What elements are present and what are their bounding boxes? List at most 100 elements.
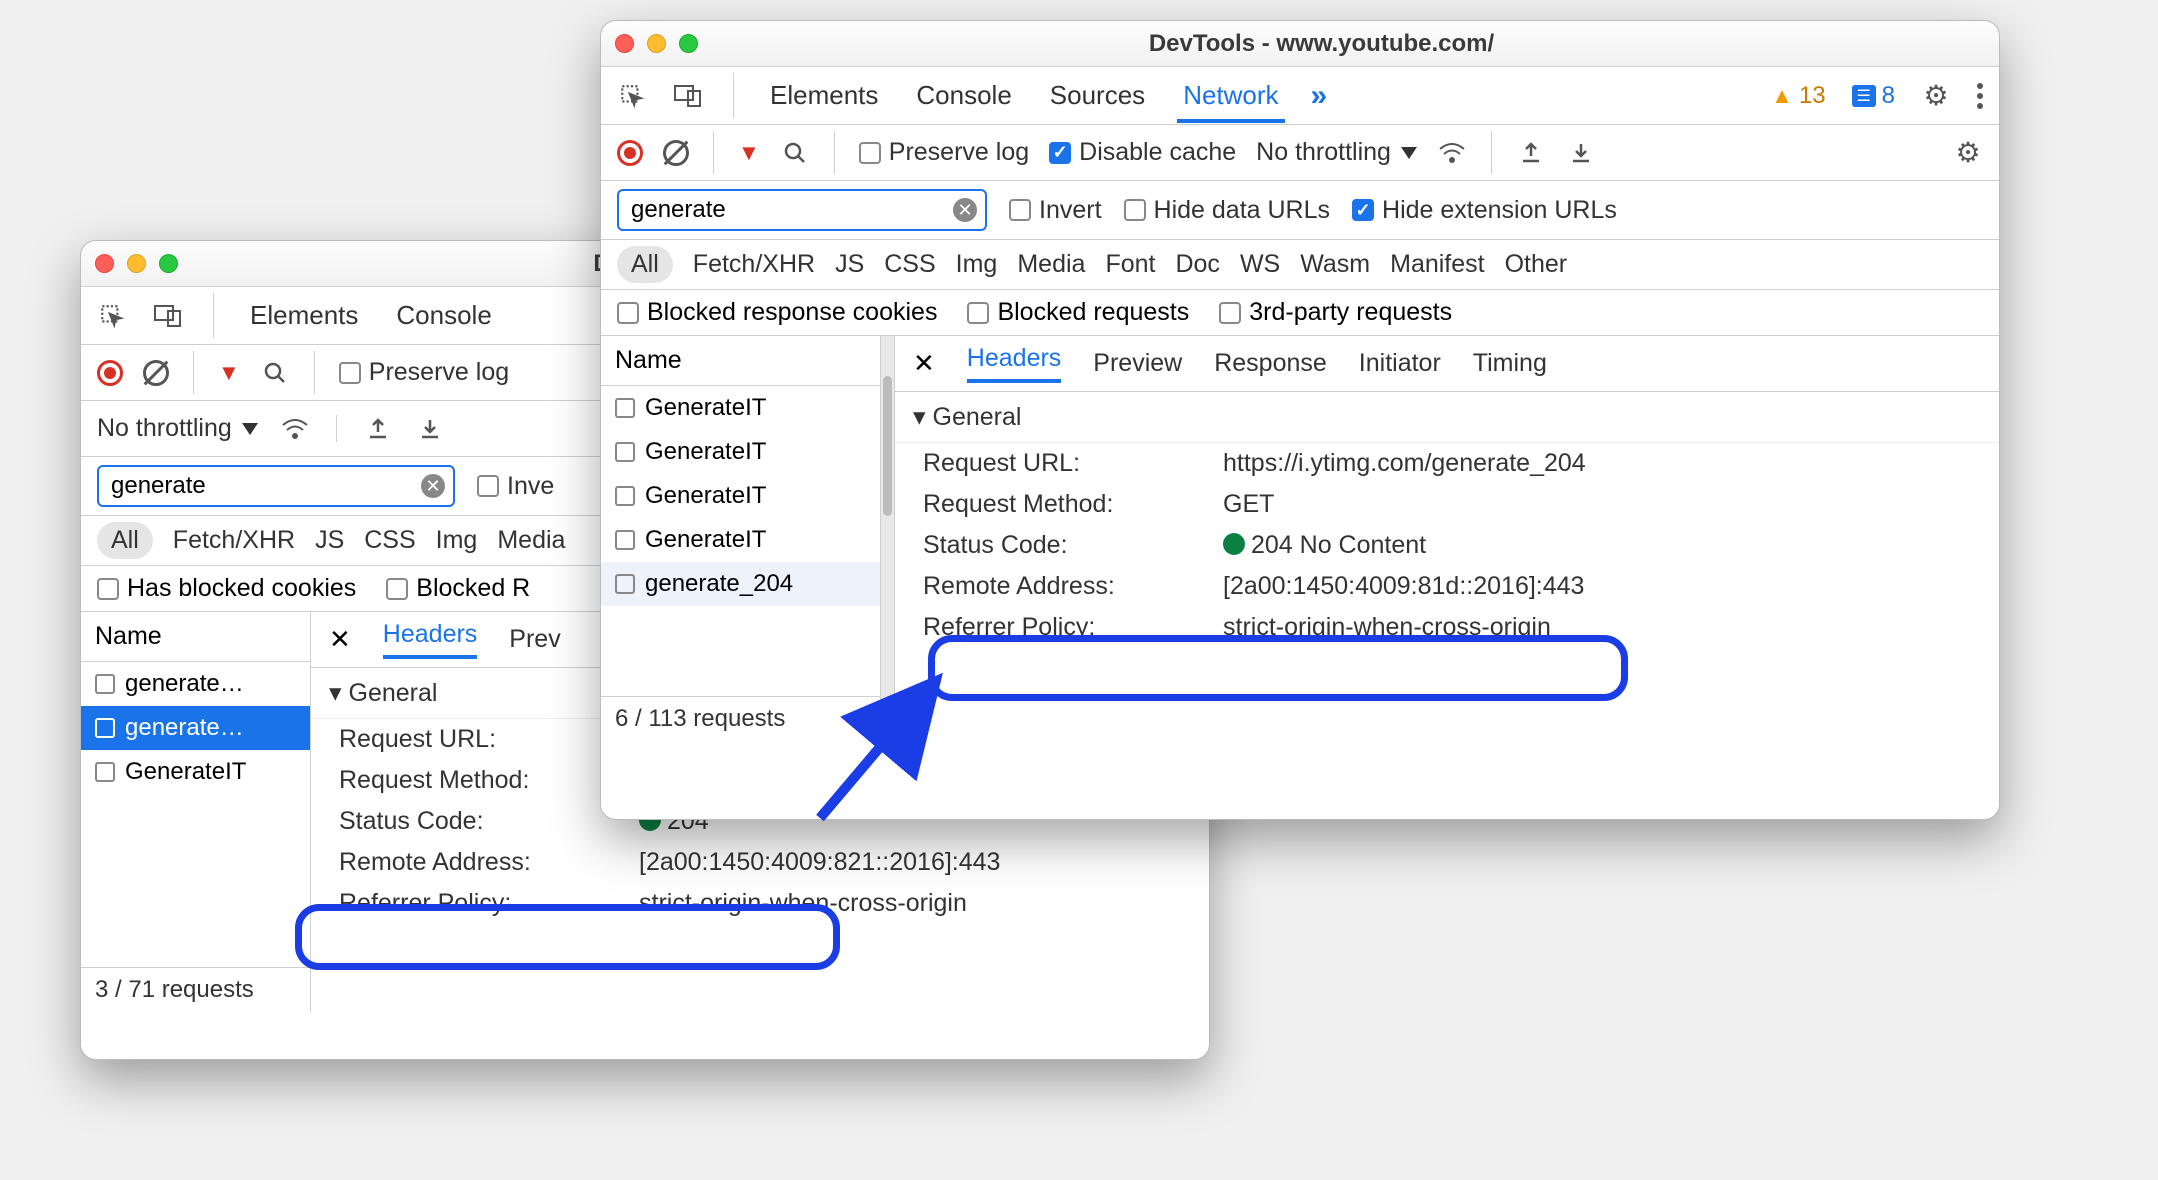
warnings-badge[interactable]: ▲13: [1771, 82, 1825, 110]
upload-icon[interactable]: [363, 414, 393, 444]
request-row[interactable]: GenerateIT: [601, 430, 880, 474]
filter-icon[interactable]: ▼: [738, 140, 760, 166]
disable-cache-checkbox[interactable]: ✓Disable cache: [1049, 138, 1236, 167]
name-header[interactable]: Name: [601, 336, 880, 386]
tab-preview[interactable]: Prev: [509, 625, 560, 654]
blocked-req-checkbox[interactable]: Blocked R: [386, 574, 530, 603]
request-row[interactable]: generate…: [81, 706, 310, 750]
upload-icon[interactable]: [1516, 138, 1546, 168]
download-icon[interactable]: [415, 414, 445, 444]
third-party-checkbox[interactable]: 3rd-party requests: [1219, 298, 1452, 327]
type-css[interactable]: CSS: [884, 250, 935, 279]
type-fetchxhr[interactable]: Fetch/XHR: [693, 250, 815, 279]
network-settings-icon[interactable]: [1953, 138, 1983, 168]
preserve-log-checkbox[interactable]: Preserve log: [859, 138, 1029, 167]
hide-extension-urls-checkbox[interactable]: ✓Hide extension URLs: [1352, 196, 1617, 225]
type-other[interactable]: Other: [1505, 250, 1568, 279]
close-detail-icon[interactable]: ✕: [913, 348, 935, 379]
tab-headers[interactable]: Headers: [967, 344, 1062, 383]
menu-icon[interactable]: [1977, 83, 1983, 109]
request-row[interactable]: GenerateIT: [601, 518, 880, 562]
kv-request-method: Request Method:GET: [895, 484, 1999, 525]
request-row[interactable]: GenerateIT: [601, 474, 880, 518]
tab-elements[interactable]: Elements: [764, 68, 884, 123]
throttling-select[interactable]: No throttling: [1256, 138, 1417, 167]
filter-input[interactable]: ✕: [97, 465, 455, 507]
doc-icon: [615, 574, 635, 594]
request-row[interactable]: generate…: [81, 662, 310, 706]
fullscreen-icon[interactable]: [159, 254, 178, 273]
close-detail-icon[interactable]: ✕: [329, 624, 351, 655]
settings-icon[interactable]: [1921, 81, 1951, 111]
clear-icon[interactable]: [143, 360, 169, 386]
wifi-icon[interactable]: [280, 414, 310, 444]
hide-data-urls-checkbox[interactable]: Hide data URLs: [1124, 196, 1330, 225]
filter-icon[interactable]: ▼: [218, 360, 240, 386]
blocked-cookies-checkbox[interactable]: Blocked response cookies: [617, 298, 937, 327]
tab-console[interactable]: Console: [910, 68, 1017, 123]
tab-response[interactable]: Response: [1214, 349, 1327, 378]
inspect-icon[interactable]: [97, 301, 127, 331]
search-icon[interactable]: [780, 138, 810, 168]
throttling-select[interactable]: No throttling: [97, 414, 258, 443]
invert-checkbox[interactable]: Inve: [477, 472, 554, 501]
tab-sources[interactable]: Sources: [1044, 68, 1151, 123]
clear-icon[interactable]: [663, 140, 689, 166]
preserve-log-checkbox[interactable]: Preserve log: [339, 358, 509, 387]
tab-network[interactable]: Network: [1177, 68, 1284, 123]
tab-headers[interactable]: Headers: [383, 620, 478, 659]
traffic-lights: [615, 34, 698, 53]
record-icon[interactable]: [617, 140, 643, 166]
clear-filter-icon[interactable]: ✕: [421, 474, 445, 498]
minimize-icon[interactable]: [647, 34, 666, 53]
blocked-requests-checkbox[interactable]: Blocked requests: [967, 298, 1189, 327]
download-icon[interactable]: [1566, 138, 1596, 168]
filter-input[interactable]: ✕: [617, 189, 987, 231]
tab-elements[interactable]: Elements: [244, 288, 364, 343]
type-ws[interactable]: WS: [1240, 250, 1280, 279]
messages-badge[interactable]: ☰8: [1852, 82, 1895, 110]
type-js[interactable]: JS: [315, 526, 344, 555]
close-icon[interactable]: [95, 254, 114, 273]
type-doc[interactable]: Doc: [1175, 250, 1219, 279]
type-media[interactable]: Media: [497, 526, 565, 555]
type-fetchxhr[interactable]: Fetch/XHR: [173, 526, 295, 555]
scrollbar[interactable]: [883, 376, 892, 516]
type-wasm[interactable]: Wasm: [1300, 250, 1370, 279]
invert-checkbox[interactable]: Invert: [1009, 196, 1102, 225]
type-manifest[interactable]: Manifest: [1390, 250, 1484, 279]
fullscreen-icon[interactable]: [679, 34, 698, 53]
record-icon[interactable]: [97, 360, 123, 386]
request-row[interactable]: generate_204: [601, 562, 880, 606]
type-css[interactable]: CSS: [364, 526, 415, 555]
search-icon[interactable]: [260, 358, 290, 388]
has-blocked-cookies-checkbox[interactable]: Has blocked cookies: [97, 574, 356, 603]
doc-icon: [615, 530, 635, 550]
device-toggle-icon[interactable]: [153, 301, 183, 331]
request-row[interactable]: GenerateIT: [601, 386, 880, 430]
type-js[interactable]: JS: [835, 250, 864, 279]
clear-filter-icon[interactable]: ✕: [953, 198, 977, 222]
close-icon[interactable]: [615, 34, 634, 53]
general-section[interactable]: ▾ General: [895, 392, 1999, 443]
inspect-icon[interactable]: [617, 81, 647, 111]
request-row[interactable]: GenerateIT: [81, 750, 310, 794]
devtools-window-front: DevTools - www.youtube.com/ Elements Con…: [600, 20, 2000, 820]
type-font[interactable]: Font: [1105, 250, 1155, 279]
tab-timing[interactable]: Timing: [1473, 349, 1547, 378]
type-img[interactable]: Img: [436, 526, 478, 555]
type-all[interactable]: All: [617, 246, 673, 283]
more-tabs-icon[interactable]: »: [1311, 79, 1328, 113]
tab-console[interactable]: Console: [390, 288, 497, 343]
tab-preview[interactable]: Preview: [1093, 349, 1182, 378]
tab-initiator[interactable]: Initiator: [1359, 349, 1441, 378]
titlebar[interactable]: DevTools - www.youtube.com/: [601, 21, 1999, 67]
type-media[interactable]: Media: [1017, 250, 1085, 279]
minimize-icon[interactable]: [127, 254, 146, 273]
type-filters: All Fetch/XHR JS CSS Img Media Font Doc …: [601, 240, 1999, 290]
device-toggle-icon[interactable]: [673, 81, 703, 111]
type-img[interactable]: Img: [956, 250, 998, 279]
wifi-icon[interactable]: [1437, 138, 1467, 168]
name-header[interactable]: Name: [81, 612, 310, 662]
type-all[interactable]: All: [97, 522, 153, 559]
